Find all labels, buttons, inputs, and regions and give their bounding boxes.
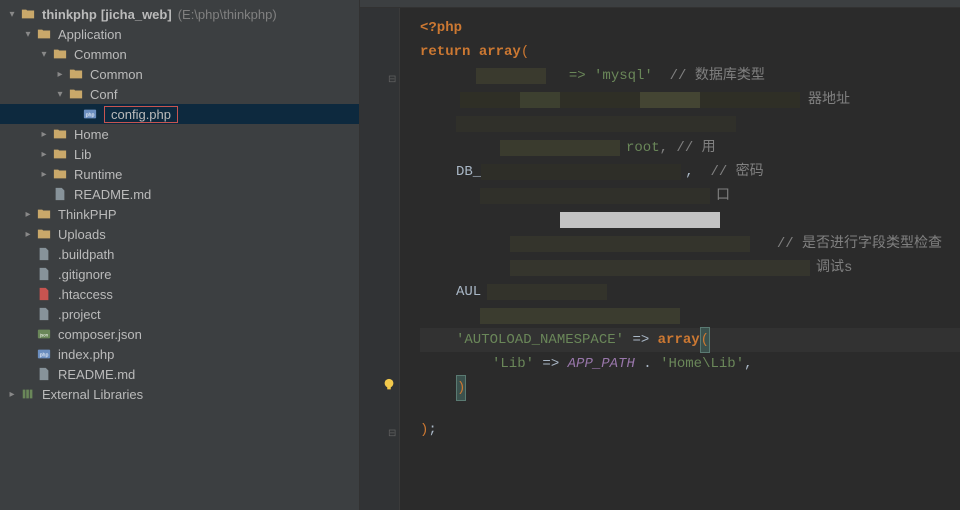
code-punct: ( bbox=[521, 40, 529, 64]
chevron-down-icon[interactable]: ▾ bbox=[22, 29, 34, 40]
fold-icon[interactable]: ⊟ bbox=[388, 428, 396, 439]
tree-item-uploads[interactable]: ▸ Uploads bbox=[0, 224, 359, 244]
tree-item-readme2[interactable]: README.md bbox=[0, 364, 359, 384]
code-text: AUL bbox=[456, 280, 481, 304]
chevron-right-icon[interactable]: ▸ bbox=[22, 229, 34, 240]
fold-icon[interactable]: ⊟ bbox=[388, 74, 396, 85]
chevron-right-icon[interactable]: ▸ bbox=[6, 389, 18, 400]
tree-item-htaccess[interactable]: .htaccess bbox=[0, 284, 359, 304]
svg-text:php: php bbox=[40, 353, 49, 359]
chevron-right-icon[interactable]: ▸ bbox=[54, 69, 66, 80]
code-comment: // 密码 bbox=[710, 160, 763, 184]
code-content[interactable]: <?php return array( => 'mysql' // 数据库类型 bbox=[420, 16, 960, 442]
library-icon bbox=[20, 386, 36, 402]
svg-text:json: json bbox=[39, 333, 49, 338]
code-comment: // 是否进行字段类型检查 bbox=[777, 232, 942, 256]
tree-item-thinkphp[interactable]: ▸ ThinkPHP bbox=[0, 204, 359, 224]
folder-icon bbox=[52, 126, 68, 142]
folder-icon bbox=[68, 66, 84, 82]
chevron-right-icon[interactable]: ▸ bbox=[38, 149, 50, 160]
chevron-down-icon[interactable]: ▾ bbox=[38, 49, 50, 60]
tree-item-buildpath[interactable]: .buildpath bbox=[0, 244, 359, 264]
folder-icon bbox=[52, 46, 68, 62]
code-keyword: return bbox=[420, 40, 470, 64]
project-root-path: (E:\php\thinkphp) bbox=[178, 7, 277, 22]
code-text: => bbox=[632, 328, 649, 352]
project-root-qualifier: [jicha_web] bbox=[101, 7, 172, 22]
tree-item-external-libs[interactable]: ▸ External Libraries bbox=[0, 384, 359, 404]
code-keyword: array bbox=[479, 40, 521, 64]
php-file-icon: php bbox=[82, 106, 98, 122]
editor-tabbar[interactable] bbox=[360, 0, 960, 8]
tree-root[interactable]: ▾ thinkphp [jicha_web] (E:\php\thinkphp) bbox=[0, 4, 359, 24]
svg-text:php: php bbox=[86, 113, 95, 119]
file-icon bbox=[36, 246, 52, 262]
project-tree-panel: ▾ thinkphp [jicha_web] (E:\php\thinkphp)… bbox=[0, 0, 360, 510]
code-keyword: array bbox=[658, 328, 700, 352]
tree-item-readme1[interactable]: README.md bbox=[0, 184, 359, 204]
file-icon bbox=[36, 266, 52, 282]
tree-item-common-sub[interactable]: ▸ Common bbox=[0, 64, 359, 84]
code-comment: 调试s bbox=[816, 256, 852, 280]
code-editor[interactable]: ⊟ ⊟ <?php return array( => 'mysql' // 数据… bbox=[360, 8, 960, 510]
project-root-name: thinkphp bbox=[42, 7, 97, 22]
htaccess-file-icon bbox=[36, 286, 52, 302]
lightbulb-icon[interactable] bbox=[382, 378, 396, 392]
php-file-icon: php bbox=[36, 346, 52, 362]
code-text: <?php bbox=[420, 16, 462, 40]
code-comment: // 数据库类型 bbox=[670, 64, 765, 88]
chevron-right-icon[interactable]: ▸ bbox=[38, 129, 50, 140]
file-icon bbox=[36, 306, 52, 322]
folder-icon bbox=[20, 6, 36, 22]
folder-icon bbox=[52, 166, 68, 182]
project-tree: ▾ thinkphp [jicha_web] (E:\php\thinkphp)… bbox=[0, 0, 359, 408]
code-comment: 器地址 bbox=[808, 88, 850, 112]
tree-item-gitignore[interactable]: .gitignore bbox=[0, 264, 359, 284]
folder-icon bbox=[52, 146, 68, 162]
folder-icon bbox=[36, 226, 52, 242]
editor-pane: ⊟ ⊟ <?php return array( => 'mysql' // 数据… bbox=[360, 0, 960, 510]
tree-item-common[interactable]: ▾ Common bbox=[0, 44, 359, 64]
json-file-icon: json bbox=[36, 326, 52, 342]
tree-item-composer[interactable]: json composer.json bbox=[0, 324, 359, 344]
file-icon bbox=[52, 186, 68, 202]
tree-item-runtime[interactable]: ▸ Runtime bbox=[0, 164, 359, 184]
code-text: => 'mysql' bbox=[569, 64, 653, 88]
folder-icon bbox=[68, 86, 84, 102]
code-punct: ( bbox=[700, 327, 710, 353]
tree-item-application[interactable]: ▾ Application bbox=[0, 24, 359, 44]
chevron-down-icon[interactable]: ▾ bbox=[6, 9, 18, 20]
tree-item-project[interactable]: .project bbox=[0, 304, 359, 324]
code-text: 'Home\Lib' bbox=[660, 352, 744, 376]
code-comment: , // 用 bbox=[660, 136, 716, 160]
tree-item-home[interactable]: ▸ Home bbox=[0, 124, 359, 144]
editor-gutter: ⊟ ⊟ bbox=[360, 8, 400, 510]
chevron-right-icon[interactable]: ▸ bbox=[22, 209, 34, 220]
code-punct: ) bbox=[456, 375, 466, 401]
tree-item-config-php[interactable]: php config.php bbox=[0, 104, 359, 124]
tree-item-indexphp[interactable]: php index.php bbox=[0, 344, 359, 364]
folder-icon bbox=[36, 26, 52, 42]
tree-item-lib[interactable]: ▸ Lib bbox=[0, 144, 359, 164]
code-text: APP_PATH bbox=[568, 352, 635, 376]
code-text: . bbox=[635, 352, 660, 376]
file-icon bbox=[36, 366, 52, 382]
folder-icon bbox=[36, 206, 52, 222]
code-punct: ) bbox=[420, 418, 428, 442]
tree-item-conf[interactable]: ▾ Conf bbox=[0, 84, 359, 104]
code-punct: ; bbox=[428, 418, 436, 442]
chevron-right-icon[interactable]: ▸ bbox=[38, 169, 50, 180]
chevron-down-icon[interactable]: ▾ bbox=[54, 89, 66, 100]
